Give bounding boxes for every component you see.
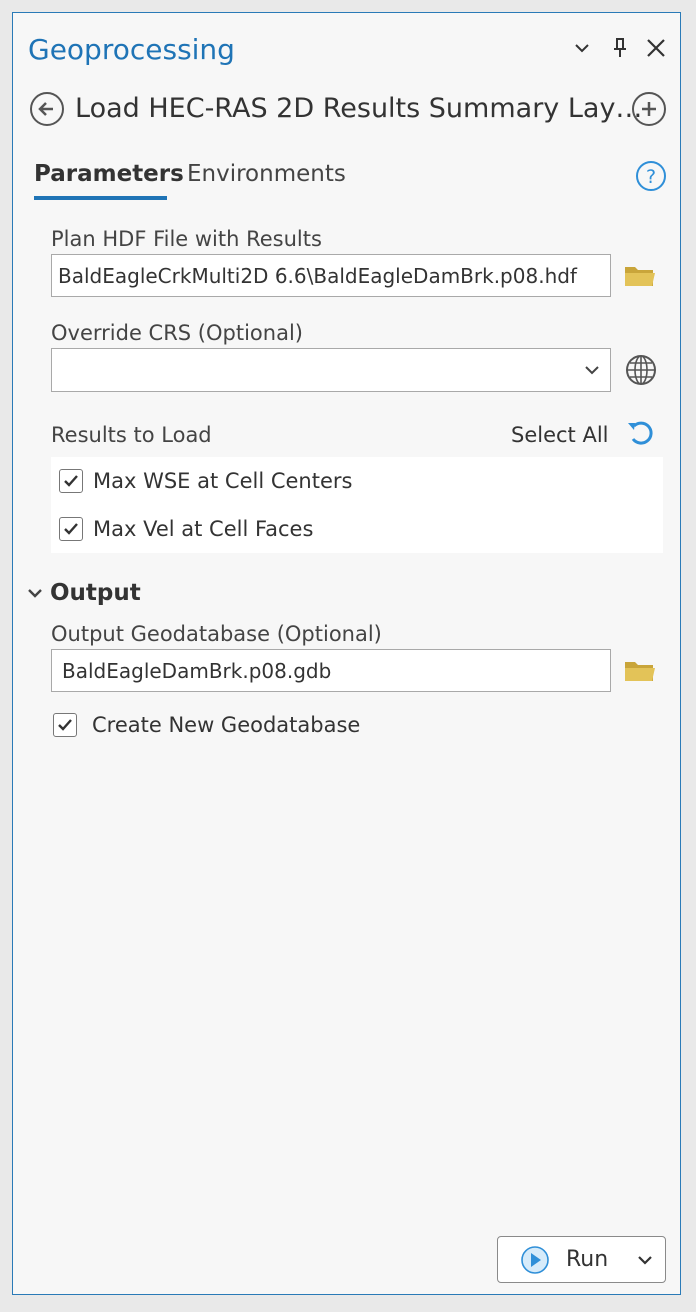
folder-icon bbox=[625, 267, 655, 286]
pin-icon bbox=[614, 38, 626, 57]
checkmark-icon bbox=[58, 719, 72, 731]
add-button[interactable] bbox=[632, 92, 666, 126]
max-vel-checkbox[interactable] bbox=[59, 517, 83, 541]
create-new-gdb-option[interactable]: Create New Geodatabase bbox=[53, 713, 360, 737]
chevron-down-icon bbox=[638, 1256, 652, 1265]
add-icon bbox=[642, 102, 656, 116]
override-crs-select[interactable] bbox=[51, 348, 611, 392]
globe-icon bbox=[626, 355, 656, 385]
back-arrow-icon bbox=[38, 102, 53, 116]
reset-icon bbox=[628, 421, 653, 445]
run-label: Run bbox=[566, 1247, 609, 1272]
list-item[interactable]: Max WSE at Cell Centers bbox=[59, 469, 352, 493]
checkmark-icon bbox=[64, 475, 78, 487]
max-wse-label: Max WSE at Cell Centers bbox=[93, 469, 353, 493]
max-vel-label: Max Vel at Cell Faces bbox=[93, 517, 314, 541]
chevron-down-icon bbox=[28, 589, 42, 598]
override-crs-label: Override CRS (Optional) bbox=[51, 321, 303, 345]
chevron-down-icon bbox=[575, 44, 589, 53]
pane-options-button[interactable] bbox=[569, 35, 595, 61]
play-icon bbox=[521, 1246, 549, 1274]
create-new-gdb-checkbox[interactable] bbox=[53, 713, 77, 737]
checkmark-icon bbox=[64, 523, 78, 535]
results-list: Max WSE at Cell Centers Max Vel at Cell … bbox=[51, 457, 663, 553]
output-section-toggle[interactable]: Output bbox=[26, 580, 141, 606]
help-button[interactable]: ? bbox=[635, 160, 667, 192]
pane-title: Geoprocessing bbox=[28, 33, 235, 66]
plan-hdf-browse-button[interactable] bbox=[623, 261, 657, 289]
svg-text:?: ? bbox=[646, 166, 656, 188]
tab-environments[interactable]: Environments bbox=[187, 161, 346, 187]
geoprocessing-pane: Geoprocessing Load HEC-RAS 2D Results Su… bbox=[12, 12, 681, 1295]
output-gdb-browse-button[interactable] bbox=[623, 656, 657, 684]
play-icon-wrap bbox=[520, 1245, 550, 1279]
max-wse-checkbox[interactable] bbox=[59, 469, 83, 493]
close-icon bbox=[647, 39, 665, 57]
select-all-link[interactable]: Select All bbox=[511, 423, 609, 447]
create-new-gdb-label: Create New Geodatabase bbox=[92, 713, 361, 737]
output-section-label: Output bbox=[50, 580, 141, 606]
chevron-down-icon bbox=[585, 366, 599, 375]
back-button[interactable] bbox=[30, 92, 64, 126]
plan-hdf-input[interactable]: BaldEagleCrkMulti2D 6.6\BaldEagleDamBrk.… bbox=[51, 254, 611, 297]
results-to-load-label: Results to Load bbox=[51, 423, 212, 447]
pin-button[interactable] bbox=[607, 35, 633, 61]
run-options-button[interactable] bbox=[636, 1251, 654, 1273]
list-item[interactable]: Max Vel at Cell Faces bbox=[59, 517, 313, 541]
reset-button[interactable] bbox=[625, 417, 659, 449]
folder-icon bbox=[625, 662, 655, 681]
tab-parameters[interactable]: Parameters bbox=[34, 161, 184, 187]
output-gdb-label: Output Geodatabase (Optional) bbox=[51, 622, 382, 646]
plan-hdf-label: Plan HDF File with Results bbox=[51, 227, 322, 251]
close-button[interactable] bbox=[643, 35, 669, 61]
run-button[interactable]: Run bbox=[497, 1236, 666, 1283]
help-icon: ? bbox=[636, 161, 666, 191]
active-tab-indicator bbox=[34, 196, 167, 200]
output-gdb-input[interactable]: BaldEagleDamBrk.p08.gdb bbox=[51, 649, 611, 692]
tool-title: Load HEC-RAS 2D Results Summary Lay… bbox=[75, 93, 643, 124]
crs-picker-button[interactable] bbox=[625, 354, 657, 386]
